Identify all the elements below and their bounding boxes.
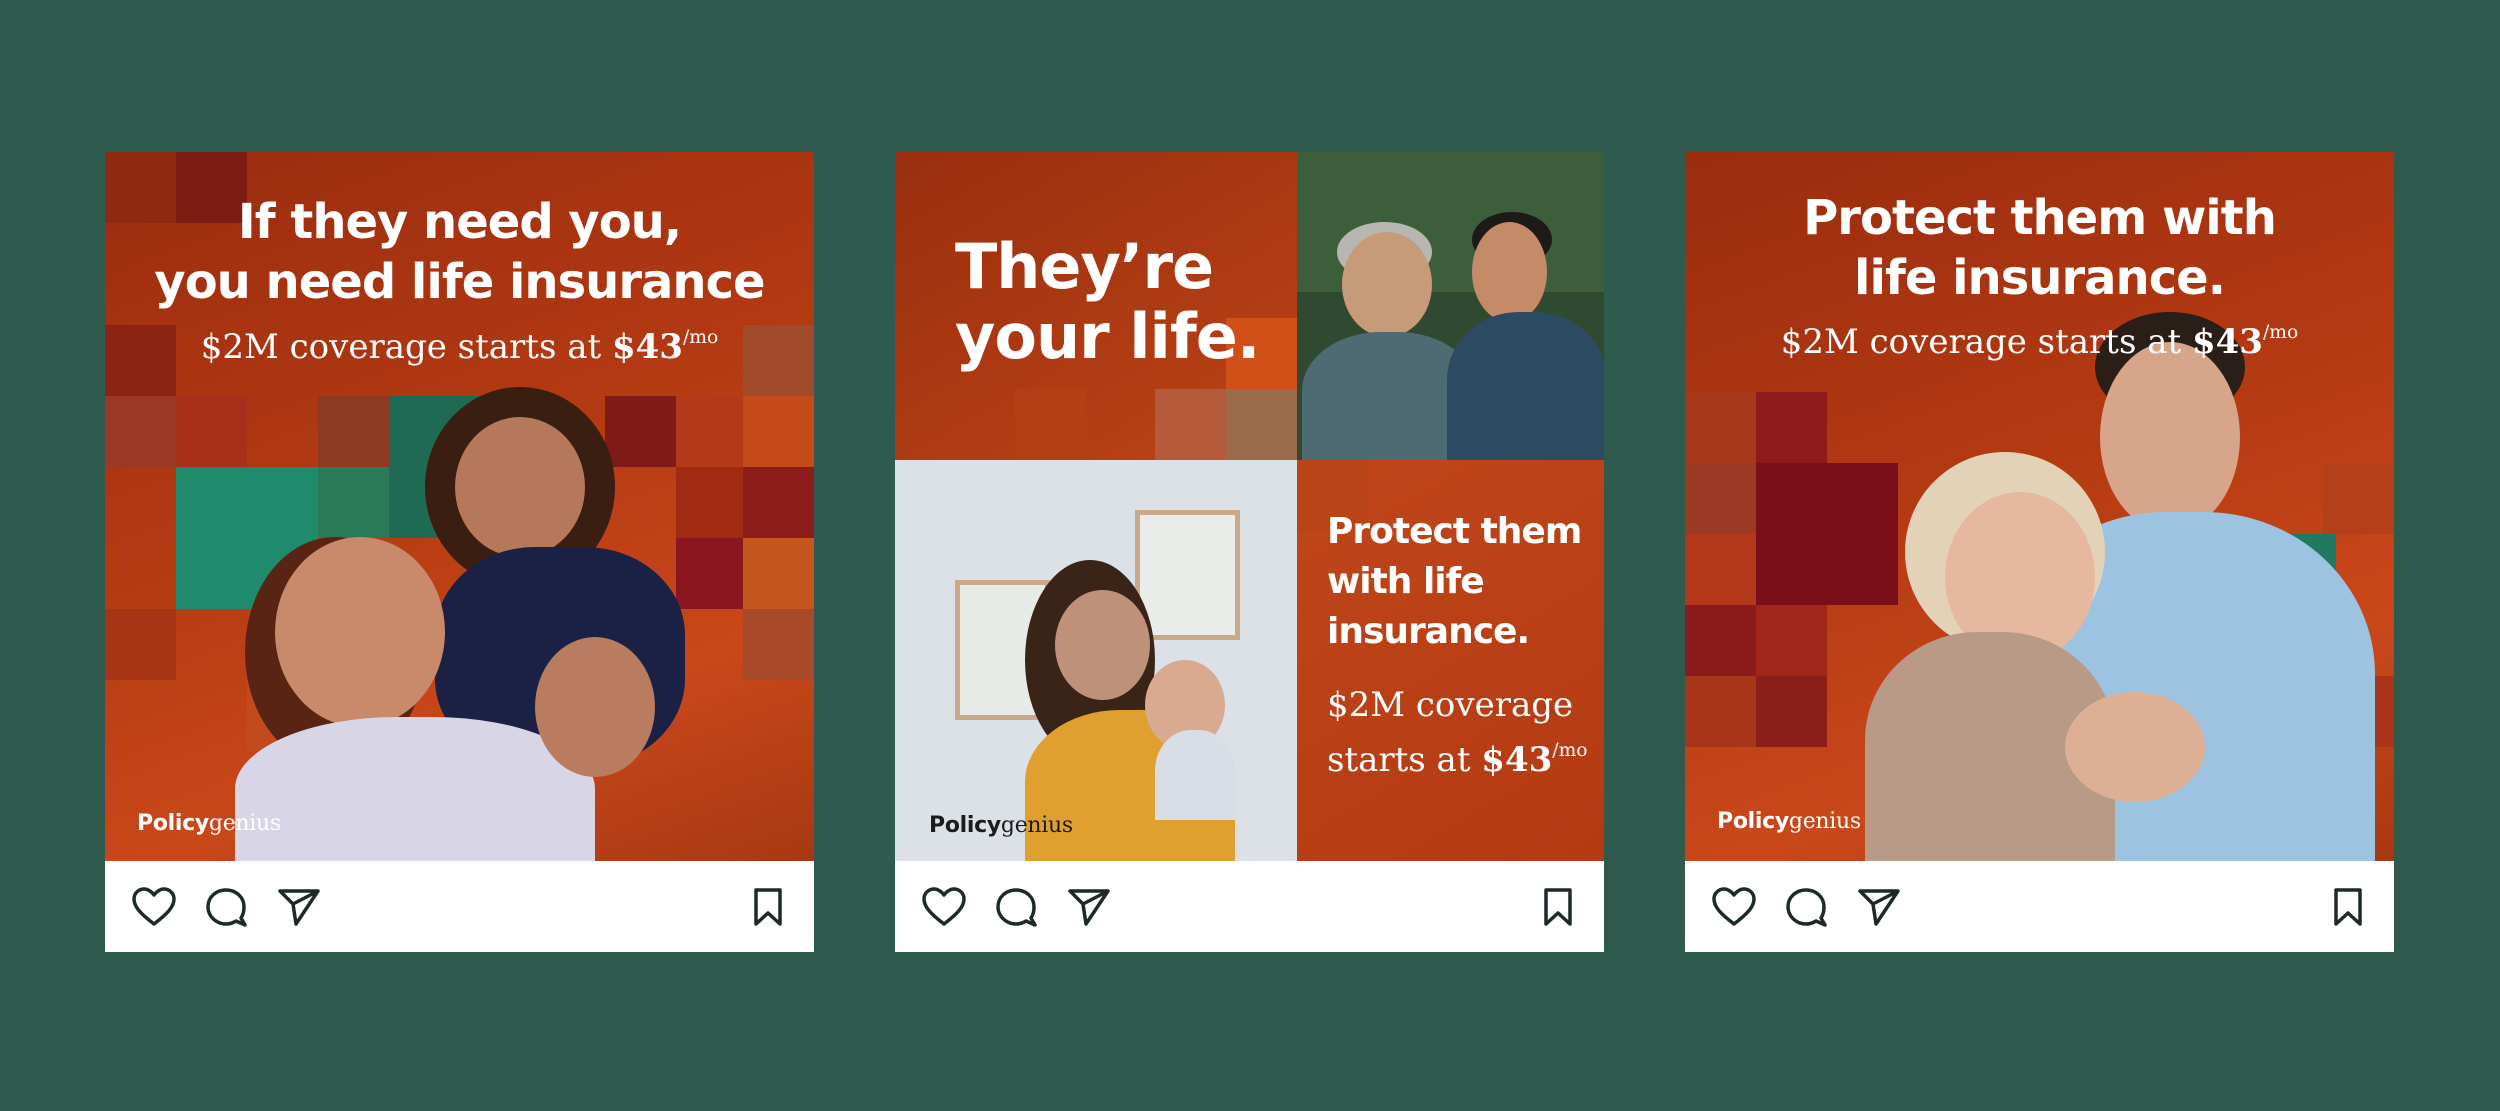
mother-daughter-photo (205, 387, 814, 861)
bookmark-icon[interactable] (1538, 887, 1578, 927)
price-prefix: starts at (1327, 739, 1482, 780)
policygenius-logo: Policygenius (929, 812, 1073, 838)
post-action-bar (105, 861, 814, 952)
ad-creative: Protect them with life insurance. $2M co… (1685, 152, 2394, 861)
grandfather-son-photo (1297, 152, 1604, 460)
headline: If they need you, you need life insuranc… (105, 192, 814, 312)
policygenius-logo: Policygenius (137, 810, 281, 836)
headline-line-2: you need life insurance (154, 254, 765, 310)
price-unit: /mo (682, 327, 719, 349)
send-icon[interactable] (276, 887, 322, 927)
social-post-1: If they need you, you need life insuranc… (105, 152, 814, 952)
headline-line-1: If they need you, (237, 194, 682, 250)
price-line: $2M coverage starts at $43/mo (1685, 322, 2394, 362)
headline-line-2: life insurance. (1854, 250, 2226, 306)
subheadline-line-2: with life (1327, 561, 1485, 602)
post-action-bar (1685, 861, 2394, 952)
bookmark-icon[interactable] (2328, 887, 2368, 927)
price-prefix: $2M coverage starts at (200, 327, 612, 367)
social-post-3: Protect them with life insurance. $2M co… (1685, 152, 2394, 952)
price-unit: /mo (2262, 322, 2299, 344)
heart-icon[interactable] (1711, 887, 1757, 927)
comment-icon[interactable] (1784, 887, 1830, 927)
logo-light: genius (208, 811, 281, 836)
price-amount: $43 (611, 327, 683, 367)
headline-line-1: Protect them with (1803, 190, 2277, 246)
price-amount: $43 (1481, 739, 1553, 780)
subheadline-line-3: insurance. (1327, 611, 1530, 652)
logo-light: genius (1000, 813, 1073, 838)
price-prefix: $2M coverage starts at (1780, 322, 2192, 362)
ad-creative: They’re your life. Protect them with lif… (895, 152, 1604, 861)
mother-baby-photo (895, 460, 1297, 861)
price-amount: $43 (2191, 322, 2263, 362)
logo-bold: Policy (929, 813, 1001, 838)
comment-icon[interactable] (204, 887, 250, 927)
headline: Protect them with life insurance. (1685, 188, 2394, 308)
comment-icon[interactable] (994, 887, 1040, 927)
subheadline-line-1: Protect them (1327, 511, 1582, 552)
price-unit: /mo (1552, 740, 1588, 761)
price-line-1: $2M coverage (1327, 685, 1574, 725)
couple-embrace-photo (1755, 312, 2394, 861)
heart-icon[interactable] (921, 887, 967, 927)
headline-line-1: They’re (955, 230, 1214, 303)
price-line: $2M coverage starts at $43/mo (1327, 682, 1588, 783)
headline-line-2: your life. (955, 300, 1260, 373)
social-post-2: They’re your life. Protect them with lif… (895, 152, 1604, 952)
send-icon[interactable] (1066, 887, 1112, 927)
send-icon[interactable] (1856, 887, 1902, 927)
headline: They’re your life. (955, 230, 1260, 373)
bookmark-icon[interactable] (748, 887, 788, 927)
policygenius-logo: Policygenius (1717, 808, 1861, 834)
ad-creative: If they need you, you need life insuranc… (105, 152, 814, 861)
post-action-bar (895, 861, 1604, 952)
logo-light: genius (1788, 809, 1861, 834)
logo-bold: Policy (137, 811, 209, 836)
logo-bold: Policy (1717, 809, 1789, 834)
price-line: $2M coverage starts at $43/mo (105, 327, 814, 367)
heart-icon[interactable] (131, 887, 177, 927)
subheadline: Protect them with life insurance. (1327, 507, 1582, 657)
